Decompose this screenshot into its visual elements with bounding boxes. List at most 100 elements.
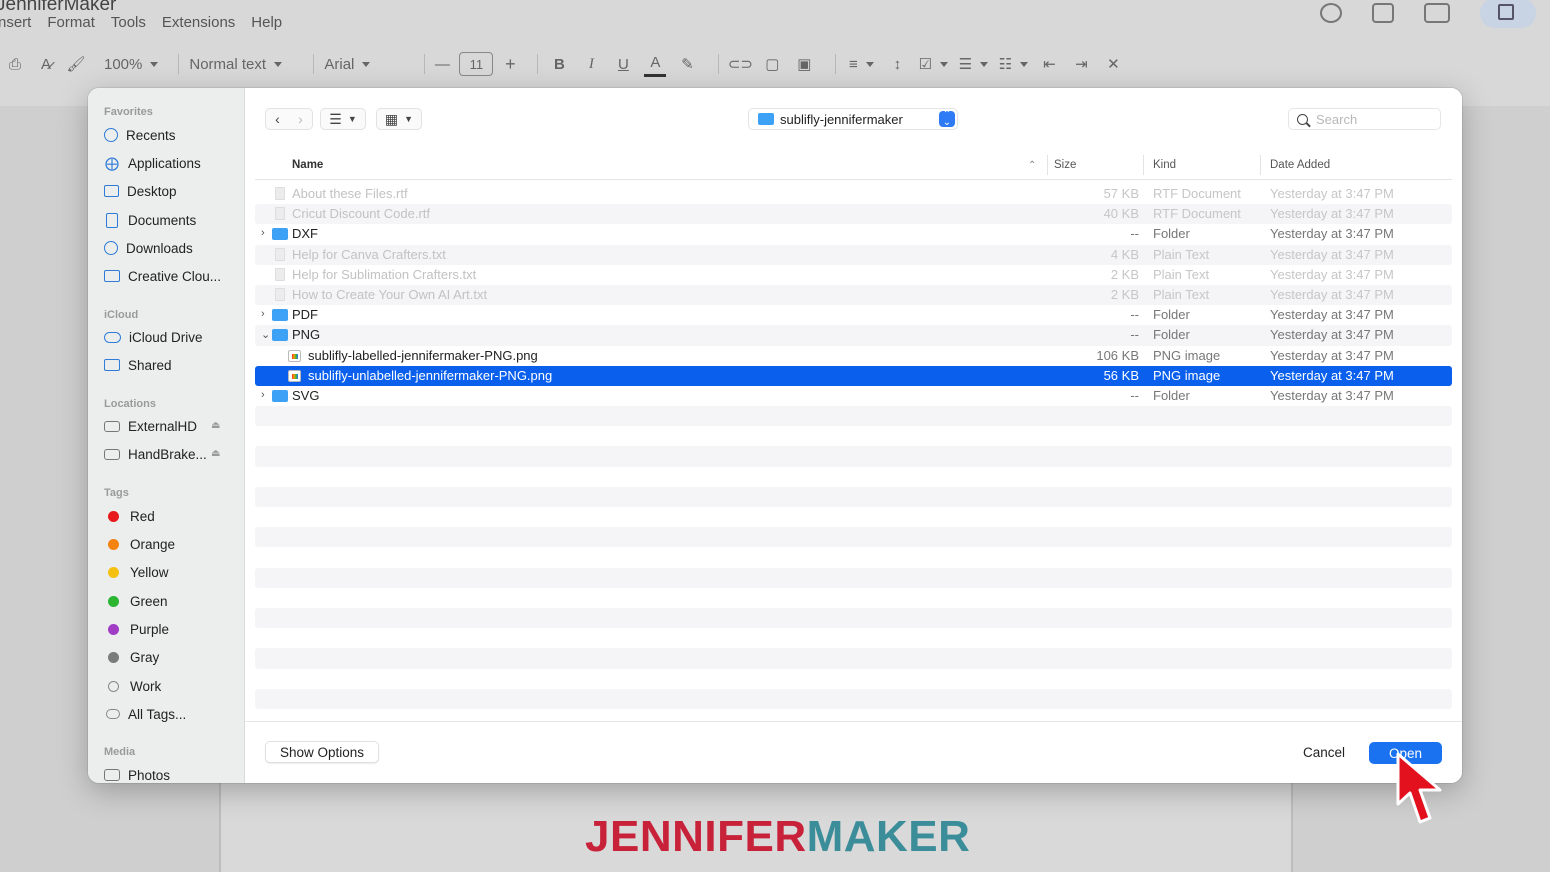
numbered-list-icon[interactable]: ☷ — [998, 51, 1028, 77]
disclosure-closed-icon[interactable]: › — [261, 308, 265, 320]
toolbar-divider — [835, 54, 837, 74]
spellcheck-icon[interactable]: A̷ — [36, 51, 56, 77]
document-icon — [275, 187, 285, 200]
file-row[interactable]: How to Create Your Own AI Art.txt 2 KB Pla… — [255, 284, 1452, 306]
file-row[interactable]: › PDF -- Folder Yesterday at 3:47 PM — [255, 305, 1452, 325]
sidebar-tag-all-tags[interactable]: All Tags... — [104, 703, 186, 725]
increase-font-size-button[interactable]: + — [503, 51, 517, 77]
sidebar-item-icloud-drive[interactable]: iCloud Drive — [104, 326, 203, 348]
sidebar-item-creative-cloud[interactable]: Creative Clou... — [104, 265, 221, 287]
file-row[interactable]: ⌄ PNG -- Folder Yesterday at 3:47 PM — [255, 325, 1452, 346]
disclosure-closed-icon[interactable]: › — [261, 227, 265, 239]
text-color-button[interactable]: A — [644, 51, 667, 77]
font-select[interactable]: Arial — [324, 51, 404, 77]
sidebar-item-handbrake[interactable]: HandBrake... — [104, 443, 207, 465]
disclosure-closed-icon[interactable]: › — [261, 389, 265, 401]
style-select[interactable]: Normal text — [189, 51, 293, 77]
menu-insert[interactable]: nsert — [0, 14, 31, 31]
font-size-input[interactable]: 11 — [459, 52, 494, 76]
file-row[interactable]: About these Files.rtf 57 KB RTF Document Ye… — [255, 184, 1452, 204]
menu-tools[interactable]: Tools — [111, 14, 146, 31]
sidebar-item-applications[interactable]: ⨁ Applications — [104, 152, 201, 174]
folder-icon — [272, 309, 288, 322]
sidebar-tag-orange[interactable]: Orange — [104, 533, 175, 555]
insert-image-icon[interactable]: ▣ — [793, 51, 815, 77]
add-comment-icon[interactable]: ▢ — [761, 51, 783, 77]
file-row[interactable]: Help for Sublimation Crafters.txt 2 KB Pla… — [255, 265, 1452, 285]
group-by-button[interactable]: ▦ ▼ — [376, 108, 422, 130]
version-history-icon[interactable] — [1320, 3, 1342, 23]
file-kind: Folder — [1153, 387, 1190, 403]
show-options-button[interactable]: Show Options — [265, 741, 379, 763]
column-name[interactable]: Name — [292, 159, 323, 171]
sidebar-item-label: Purple — [130, 621, 170, 637]
bold-button[interactable]: B — [548, 51, 570, 77]
column-size[interactable]: Size — [1054, 159, 1076, 171]
eject-icon[interactable]: ⏏ — [211, 420, 220, 431]
line-spacing-icon[interactable]: ↕ — [886, 51, 908, 77]
search-field[interactable]: Search — [1288, 108, 1441, 130]
comments-icon[interactable] — [1372, 3, 1394, 23]
share-lock-icon[interactable] — [1480, 0, 1536, 28]
sidebar-item-downloads[interactable]: Downloads — [104, 237, 193, 259]
menu-extensions[interactable]: Extensions — [162, 14, 235, 31]
bulleted-list-icon[interactable]: ☰ — [958, 51, 988, 77]
checklist-icon[interactable]: ☑ — [918, 51, 948, 77]
print-icon[interactable]: ⎙ — [4, 51, 26, 77]
file-row[interactable]: Cricut Discount Code.rtf 40 KB RTF Documen… — [255, 204, 1452, 225]
sidebar-tag-purple[interactable]: Purple — [104, 618, 169, 640]
sidebar-tag-gray[interactable]: Gray — [104, 646, 159, 668]
up-down-stepper-icon: ⌃ ⌄ — [939, 110, 955, 128]
column-date-added[interactable]: Date Added — [1270, 159, 1330, 171]
meet-icon[interactable] — [1424, 3, 1450, 23]
column-kind[interactable]: Kind — [1153, 159, 1176, 171]
highlight-icon[interactable]: ✎ — [676, 51, 698, 77]
sidebar-tag-red[interactable]: Red — [104, 505, 155, 527]
menu-help[interactable]: Help — [251, 14, 282, 31]
location-popup[interactable]: sublifly-jennifermaker ⌃ ⌄ — [748, 108, 958, 130]
toolbar-divider — [718, 54, 720, 74]
document-icon — [106, 212, 118, 228]
empty-row — [255, 567, 1452, 588]
chevron-right-icon[interactable]: › — [298, 111, 303, 127]
empty-row — [255, 688, 1452, 709]
italic-button[interactable]: I — [580, 51, 602, 77]
file-row[interactable]: sublifly-unlabelled-jennifermaker-PNG.pn… — [255, 365, 1452, 386]
empty-row — [255, 467, 1452, 487]
sidebar-item-shared[interactable]: Shared — [104, 354, 172, 376]
menu-format[interactable]: Format — [47, 14, 95, 31]
underline-button[interactable]: U — [612, 51, 634, 77]
cancel-button[interactable]: Cancel — [1288, 741, 1360, 763]
chevron-left-icon[interactable]: ‹ — [275, 111, 280, 127]
zoom-select[interactable]: 100% — [104, 51, 158, 77]
eject-icon[interactable]: ⏏ — [211, 448, 220, 459]
decrease-indent-icon[interactable]: ⇤ — [1038, 51, 1060, 77]
file-row[interactable]: › DXF -- Folder Yesterday at 3:47 PM — [255, 224, 1452, 244]
mouse-pointer-icon — [1396, 752, 1442, 824]
file-row[interactable]: › SVG -- Folder Yesterday at 3:47 PM — [255, 386, 1452, 406]
sidebar-item-externalhd[interactable]: ExternalHD — [104, 415, 197, 437]
disclosure-open-icon[interactable]: ⌄ — [261, 328, 270, 341]
sidebar-item-photos[interactable]: Photos — [104, 764, 170, 783]
view-mode-button[interactable]: ☰ ▼ — [320, 108, 366, 130]
file-size: 4 KB — [1110, 246, 1139, 262]
empty-row — [255, 527, 1452, 548]
file-row[interactable]: sublifly-labelled-jennifermaker-PNG.png 1… — [255, 346, 1452, 366]
link-icon[interactable]: ⊂⊃ — [728, 51, 753, 77]
decrease-font-size-button[interactable]: — — [435, 51, 450, 77]
sidebar-item-recents[interactable]: Recents — [104, 124, 176, 146]
sidebar-item-label: Gray — [130, 649, 160, 665]
clear-formatting-icon[interactable]: ✕ — [1102, 51, 1124, 77]
file-row[interactable]: Help for Canva Crafters.txt 4 KB Plain Tex… — [255, 244, 1452, 265]
sidebar-tag-green[interactable]: Green — [104, 590, 168, 612]
dialog-sidebar: Favorites Recents ⨁ Applications Desktop… — [88, 88, 245, 783]
increase-indent-icon[interactable]: ⇥ — [1070, 51, 1092, 77]
sidebar-item-documents[interactable]: Documents — [104, 209, 196, 231]
empty-row — [255, 426, 1452, 446]
sidebar-item-desktop[interactable]: Desktop — [104, 180, 177, 202]
sidebar-tag-work[interactable]: Work — [104, 675, 161, 697]
sidebar-tag-yellow[interactable]: Yellow — [104, 561, 169, 583]
align-icon[interactable]: ≡ — [846, 51, 876, 77]
paint-format-icon[interactable]: 🖌 — [66, 51, 86, 77]
sidebar-section-icloud: iCloud — [104, 309, 139, 321]
